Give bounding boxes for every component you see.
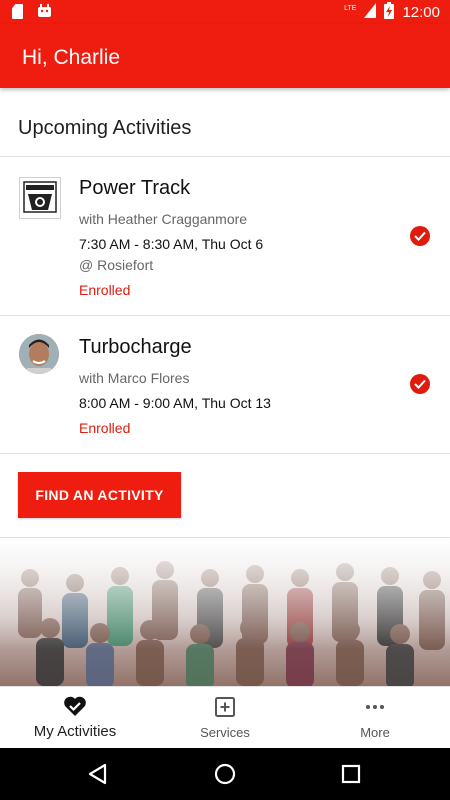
home-icon[interactable] [211, 760, 239, 788]
activity-card[interactable]: Power Track with Heather Cragganmore 7:3… [0, 157, 450, 315]
tab-label: More [360, 725, 390, 740]
status-bar: LTE 12:00 [0, 0, 450, 24]
clock: 12:00 [402, 4, 440, 21]
bottom-tab-bar: My Activities Services More [0, 686, 450, 749]
activity-card[interactable]: Turbocharge with Marco Flores 8:00 AM - … [0, 316, 450, 453]
club-logo-icon [19, 177, 61, 219]
system-nav-bar [0, 748, 450, 800]
tab-services[interactable]: Services [150, 687, 300, 749]
tab-my-activities[interactable]: My Activities [0, 687, 150, 749]
sd-card-icon [12, 4, 23, 19]
tab-label: My Activities [33, 723, 117, 740]
signal-icon [364, 3, 377, 22]
find-activity-button[interactable]: FIND AN ACTIVITY [18, 472, 181, 518]
avatar [19, 334, 59, 374]
plus-square-icon [213, 695, 237, 719]
tab-label: Services [200, 725, 250, 740]
android-bot-icon [37, 4, 52, 17]
divider [0, 453, 450, 454]
tab-more[interactable]: More [300, 687, 450, 749]
activity-time: 8:00 AM - 9:00 AM, Thu Oct 13 [79, 395, 271, 411]
gym-group-photo [0, 538, 450, 686]
enrolled-check-icon [410, 226, 430, 246]
app-bar: Hi, Charlie [0, 24, 450, 88]
recents-icon[interactable] [337, 760, 365, 788]
battery-charging-icon [384, 2, 395, 23]
activity-title: Power Track [79, 177, 191, 199]
activity-title: Turbocharge [79, 336, 192, 358]
enrolled-check-icon [410, 374, 430, 394]
activity-status: Enrolled [79, 282, 131, 298]
back-icon[interactable] [84, 760, 112, 788]
more-dots-icon [363, 695, 387, 719]
network-type: LTE [344, 5, 357, 12]
heart-check-icon [63, 695, 87, 719]
activity-instructor: with Marco Flores [79, 370, 190, 386]
section-title: Upcoming Activities [18, 117, 192, 139]
activity-status: Enrolled [79, 420, 131, 436]
greeting-title: Hi, Charlie [22, 46, 121, 69]
activity-instructor: with Heather Cragganmore [79, 211, 248, 227]
activity-time: 7:30 AM - 8:30 AM, Thu Oct 6 [79, 236, 264, 252]
activity-location: @ Rosiefort [79, 257, 154, 273]
